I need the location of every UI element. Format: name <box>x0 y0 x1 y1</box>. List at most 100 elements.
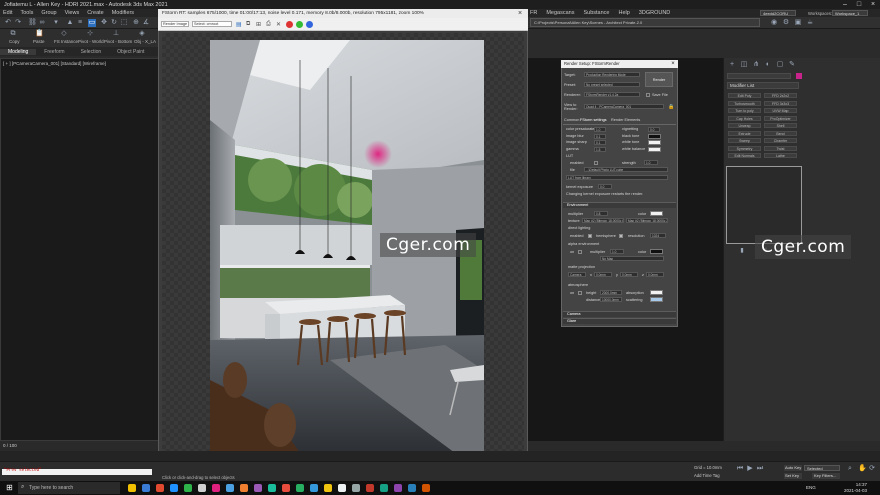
viewport-label[interactable]: [ + ] [PCameraCamera_001] [Standard] [Wi… <box>3 61 106 66</box>
color-setting-field[interactable]: 0.0 <box>648 127 660 132</box>
clone-frame-icon[interactable]: ⊞ <box>256 21 263 28</box>
render-frame-icon[interactable]: ▣ <box>794 19 802 27</box>
texture-map-button[interactable]: Map #2 (Bitmap: 18.0000c 6171) <box>582 218 624 223</box>
glare-rollout[interactable]: Glare <box>563 318 676 324</box>
height-field[interactable]: 2000.0mm <box>600 290 622 295</box>
lut-library-dropdown[interactable]: LUT from library <box>566 175 668 180</box>
alpha-multiplier-field[interactable]: 1.0 <box>610 249 624 254</box>
menu-item-create[interactable]: Create <box>87 10 104 16</box>
windows-start-icon[interactable]: ⊞ <box>6 484 14 492</box>
set-key-button[interactable]: Set Key <box>784 473 802 479</box>
enabled-checkbox[interactable] <box>588 234 592 238</box>
menu-item-3dground[interactable]: 3DGROUND <box>639 10 670 16</box>
app-icon[interactable] <box>422 484 430 492</box>
modifier-list-dropdown[interactable]: Modifier List <box>727 82 799 89</box>
color-swatch[interactable] <box>648 146 661 152</box>
pin-stack-icon[interactable]: ▮ <box>738 247 746 255</box>
settings-icon[interactable] <box>338 484 346 492</box>
photoshop-icon[interactable] <box>254 484 262 492</box>
modifier-button[interactable]: Chamfer <box>764 138 797 143</box>
move-icon[interactable]: ✥ <box>100 19 108 27</box>
paste-icon[interactable]: 📋 <box>35 30 44 38</box>
media-icon[interactable] <box>282 484 290 492</box>
orbit-icon[interactable]: ⟳ <box>868 465 876 473</box>
tab-render-elements[interactable]: Render Elements <box>611 118 640 122</box>
distance-field[interactable]: 10000.0mm <box>600 297 622 302</box>
menu-item-help[interactable]: Help <box>618 10 629 16</box>
x-field[interactable]: 0.0mm <box>594 272 612 277</box>
pan-icon[interactable]: ✋ <box>858 465 867 473</box>
modifier-button[interactable]: Edit Normals <box>728 153 761 158</box>
modifier-button[interactable]: Symmetry <box>728 145 761 151</box>
modifier-button[interactable]: Extrude <box>728 130 761 136</box>
object-icon[interactable]: ◈ <box>138 30 146 38</box>
modifier-button[interactable]: Shell <box>764 123 797 128</box>
menu-item-group[interactable]: Group <box>41 10 56 16</box>
motion-panel-icon[interactable]: ◐ <box>764 61 772 69</box>
modifier-button[interactable]: Unwrap <box>728 123 761 128</box>
select-object-icon[interactable]: ▲ <box>66 19 74 27</box>
matte-camera-dropdown[interactable]: Camera <box>568 272 586 277</box>
renderer-dropdown[interactable]: FStormRender v1.4.2a <box>584 92 640 97</box>
modifier-button[interactable]: Turbosmooth <box>728 100 761 106</box>
pivot-world-icon[interactable]: ⊹ <box>86 30 94 38</box>
close-button[interactable]: × <box>866 0 880 9</box>
copy-image-icon[interactable]: ⧉ <box>246 21 253 28</box>
lock-icon[interactable]: 🔒 <box>668 104 674 110</box>
maxscript-listener[interactable]: "Prev selected" <box>2 469 152 475</box>
absorption-swatch[interactable] <box>650 290 663 295</box>
tab-selection[interactable]: Selection <box>73 49 110 55</box>
select-by-name-icon[interactable]: ≡ <box>76 19 84 27</box>
modifier-button[interactable]: Cap Holes <box>728 115 761 121</box>
alpha-texture-button[interactable]: No Map <box>600 256 664 261</box>
spotify-icon[interactable] <box>296 484 304 492</box>
alpha-on-checkbox[interactable] <box>578 250 582 254</box>
modifier-button[interactable]: Edit Poly <box>728 93 761 98</box>
menu-item-tools[interactable]: Tools <box>20 10 33 16</box>
telegram-icon[interactable] <box>310 484 318 492</box>
messenger-icon[interactable] <box>380 484 388 492</box>
save-file-checkbox[interactable] <box>646 93 650 97</box>
copy-icon[interactable]: ⧉ <box>9 30 17 38</box>
system-clock[interactable]: 14:37 2021-04-03 <box>844 482 867 493</box>
calculator-icon[interactable] <box>352 484 360 492</box>
recorder-icon[interactable] <box>366 484 374 492</box>
select-dropdown[interactable]: Select: cmroot <box>192 21 232 27</box>
pivot-bottom-icon[interactable]: ⊥ <box>112 30 120 38</box>
instance-icon[interactable]: ◇ <box>60 30 68 38</box>
tab-fstorm-settings[interactable]: FStorm settings <box>580 118 607 122</box>
render-button[interactable]: Render <box>645 72 673 87</box>
alpha-color-swatch[interactable] <box>650 249 663 254</box>
mail-icon[interactable] <box>170 484 178 492</box>
color-setting-field[interactable]: 1.5 <box>594 146 606 152</box>
object-color-swatch[interactable] <box>796 73 802 79</box>
print-icon[interactable]: ⎙ <box>266 21 273 28</box>
ribbon-paste[interactable]: Paste <box>33 39 45 44</box>
link-icon[interactable]: ⛓ <box>28 19 37 27</box>
render-image-dropdown[interactable]: Render Image <box>161 21 189 27</box>
minimize-button[interactable]: – <box>838 0 852 9</box>
track-bar[interactable] <box>0 451 880 461</box>
frame-buffer-close-button[interactable]: × <box>514 9 526 18</box>
lut-strength-field[interactable]: 1.0 <box>644 160 658 165</box>
snap-icon[interactable]: ⊕ <box>132 19 140 27</box>
workspace-dropdown[interactable]: Workspace_1 <box>832 10 868 16</box>
project-path-field[interactable]: C:\Projects\Personal\Allen Key\Scenes - … <box>530 18 760 27</box>
menu-item-modifiers[interactable]: Modifiers <box>112 10 134 16</box>
y-field[interactable]: 0.0mm <box>620 272 638 277</box>
select-region-icon[interactable]: ▭ <box>88 19 96 27</box>
file-explorer-icon[interactable] <box>128 484 136 492</box>
ribbon-pivot-world[interactable]: Pivot - World <box>78 39 104 44</box>
rotate-icon[interactable]: ↻ <box>110 19 118 27</box>
modifier-button[interactable]: FFD 3x3x3 <box>764 100 797 106</box>
atmosphere-on-checkbox[interactable] <box>578 291 582 295</box>
render-setup-icon[interactable]: ⚙ <box>782 19 790 27</box>
modifier-stack[interactable] <box>726 166 802 244</box>
zoom-icon[interactable]: ⌕ <box>846 465 854 473</box>
folder-icon[interactable] <box>324 484 332 492</box>
ribbon-obj[interactable]: Obj - X_LA <box>134 39 156 44</box>
office-icon[interactable] <box>156 484 164 492</box>
hierarchy-panel-icon[interactable]: ⋔ <box>752 61 760 69</box>
color-setting-field[interactable]: 1.0 <box>594 127 606 132</box>
modifier-button[interactable]: FFD 2x2x2 <box>764 93 797 98</box>
